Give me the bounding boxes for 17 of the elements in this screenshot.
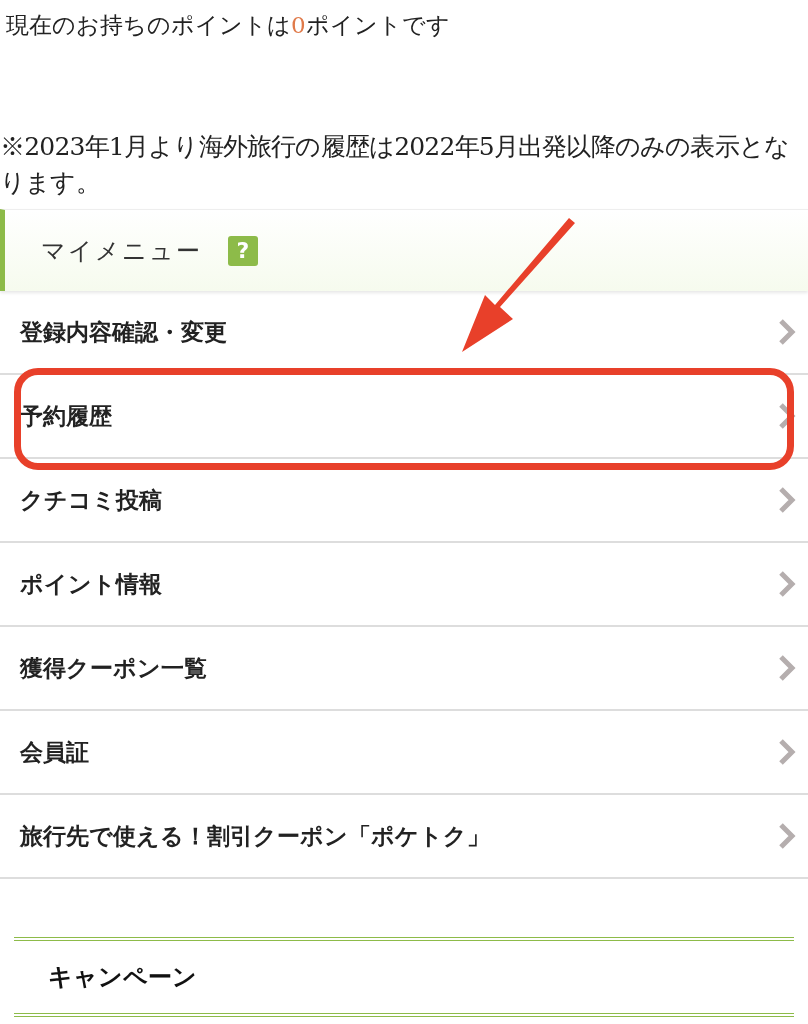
chevron-icon [778, 570, 796, 598]
menu-item[interactable]: 旅行先で使える！割引クーポン「ポケトク」 [0, 795, 808, 879]
menu-item[interactable]: 予約履歴 [0, 375, 808, 459]
notice-text: ※2023年1月より海外旅行の履歴は2022年5月出発以降のみの表示となります。 [0, 131, 791, 199]
menu-item[interactable]: クチコミ投稿 [0, 459, 808, 543]
menu-item[interactable]: ポイント情報 [0, 543, 808, 627]
chevron-icon [778, 822, 796, 850]
points-text: 現在のお持ちのポイントは0ポイントです [5, 11, 451, 40]
menu-item[interactable]: 会員証 [0, 711, 808, 795]
menu-title: マイメニュー [41, 235, 202, 267]
chevron-icon [778, 318, 796, 346]
campaign-title: キャンペーン [48, 962, 197, 993]
chevron-icon [778, 486, 796, 514]
menu-item[interactable]: 獲得クーポン一覧 [0, 627, 808, 711]
chevron-icon [778, 738, 796, 766]
chevron-icon [778, 654, 796, 682]
chevron-icon [778, 402, 796, 430]
